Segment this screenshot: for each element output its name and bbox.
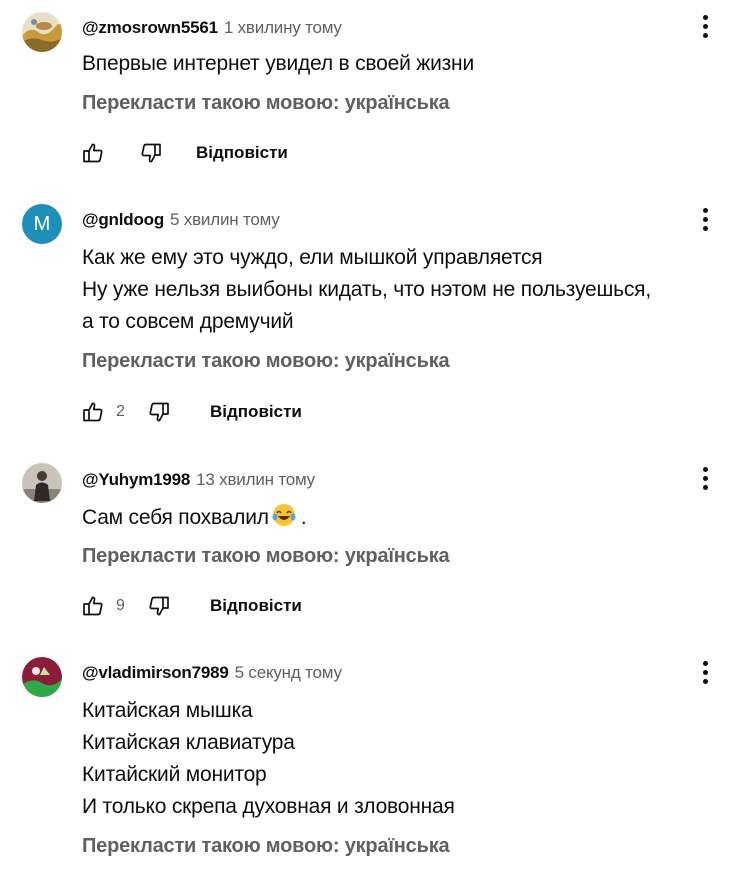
comment-line: Китайская мышка bbox=[82, 699, 253, 722]
comment-line: И только скрепа духовная и зловонная bbox=[82, 795, 455, 818]
thumb-up-icon[interactable] bbox=[80, 399, 106, 425]
comment-header: @zmosrown5561 1 хвилину тому bbox=[82, 16, 342, 40]
comment-header: @gnldoog 5 хвилин тому bbox=[82, 208, 280, 232]
more-vert-icon[interactable] bbox=[693, 463, 717, 493]
avatar[interactable]: M bbox=[22, 204, 62, 244]
thumb-down-icon[interactable] bbox=[146, 399, 172, 425]
comment-line: Сам себя похвалил. bbox=[82, 502, 307, 538]
more-vert-icon[interactable] bbox=[693, 11, 717, 41]
timestamp[interactable]: 13 хвилин тому bbox=[196, 470, 315, 489]
comment-line: Ну уже нельзя выибоны кидать, что нэтом … bbox=[82, 278, 651, 301]
thumb-up-icon[interactable] bbox=[80, 140, 106, 166]
comment-actions: Відповісти bbox=[80, 138, 288, 168]
thumb-down-icon[interactable] bbox=[138, 140, 164, 166]
comment-line: Как же ему это чуждо, ели мышкой управля… bbox=[82, 246, 543, 269]
comment-line: Китайский монитор bbox=[82, 763, 267, 786]
translate-link[interactable]: Перекласти такою мовою: українська bbox=[82, 350, 450, 373]
comment-line: Впервые интернет увидел в своей жизни bbox=[82, 52, 474, 75]
translate-link[interactable]: Перекласти такою мовою: українська bbox=[82, 545, 450, 568]
author-name[interactable]: @vladimirson7989 bbox=[82, 663, 229, 682]
like-count: 9 bbox=[116, 597, 125, 614]
reply-button[interactable]: Відповісти bbox=[210, 596, 302, 616]
thumb-down-icon[interactable] bbox=[146, 593, 172, 619]
more-vert-icon[interactable] bbox=[693, 657, 717, 687]
more-vert-icon[interactable] bbox=[693, 204, 717, 234]
translate-link[interactable]: Перекласти такою мовою: українська bbox=[82, 92, 450, 115]
author-name[interactable]: @zmosrown5561 bbox=[82, 18, 218, 37]
author-name[interactable]: @gnldoog bbox=[82, 210, 164, 229]
comment-line: Китайская клавиатура bbox=[82, 731, 295, 754]
avatar-letter: M bbox=[33, 212, 51, 235]
comment-line-text: Сам себя похвалил bbox=[82, 506, 269, 529]
comment-header: @Yuhym1998 13 хвилин тому bbox=[82, 468, 315, 492]
author-name[interactable]: @Yuhym1998 bbox=[82, 470, 190, 489]
comment-actions: 9 Відповісти bbox=[80, 591, 302, 621]
timestamp[interactable]: 5 хвилин тому bbox=[170, 210, 280, 229]
avatar[interactable] bbox=[22, 12, 62, 52]
avatar[interactable] bbox=[22, 463, 62, 503]
comment-text: Впервые интернет увидел в своей жизни bbox=[82, 48, 474, 80]
comment-line: а то совсем дремучий bbox=[82, 310, 294, 333]
thumb-up-icon[interactable] bbox=[80, 593, 106, 619]
avatar[interactable] bbox=[22, 657, 62, 697]
comment-line-suffix: . bbox=[300, 506, 307, 529]
comment-text: Как же ему это чуждо, ели мышкой управля… bbox=[82, 242, 651, 338]
reply-button[interactable]: Відповісти bbox=[210, 402, 302, 422]
comment-text: Китайская мышка Китайская клавиатура Кит… bbox=[82, 695, 455, 823]
comment-text: Сам себя похвалил. bbox=[82, 502, 307, 538]
like-count: 2 bbox=[116, 403, 125, 420]
timestamp[interactable]: 5 секунд тому bbox=[235, 663, 342, 682]
translate-link[interactable]: Перекласти такою мовою: українська bbox=[82, 835, 450, 858]
timestamp[interactable]: 1 хвилину тому bbox=[224, 18, 342, 37]
laughing-tears-emoji bbox=[271, 502, 297, 538]
comment-actions: 2 Відповісти bbox=[80, 397, 302, 427]
reply-button[interactable]: Відповісти bbox=[196, 143, 288, 163]
comment-header: @vladimirson7989 5 секунд тому bbox=[82, 661, 342, 685]
